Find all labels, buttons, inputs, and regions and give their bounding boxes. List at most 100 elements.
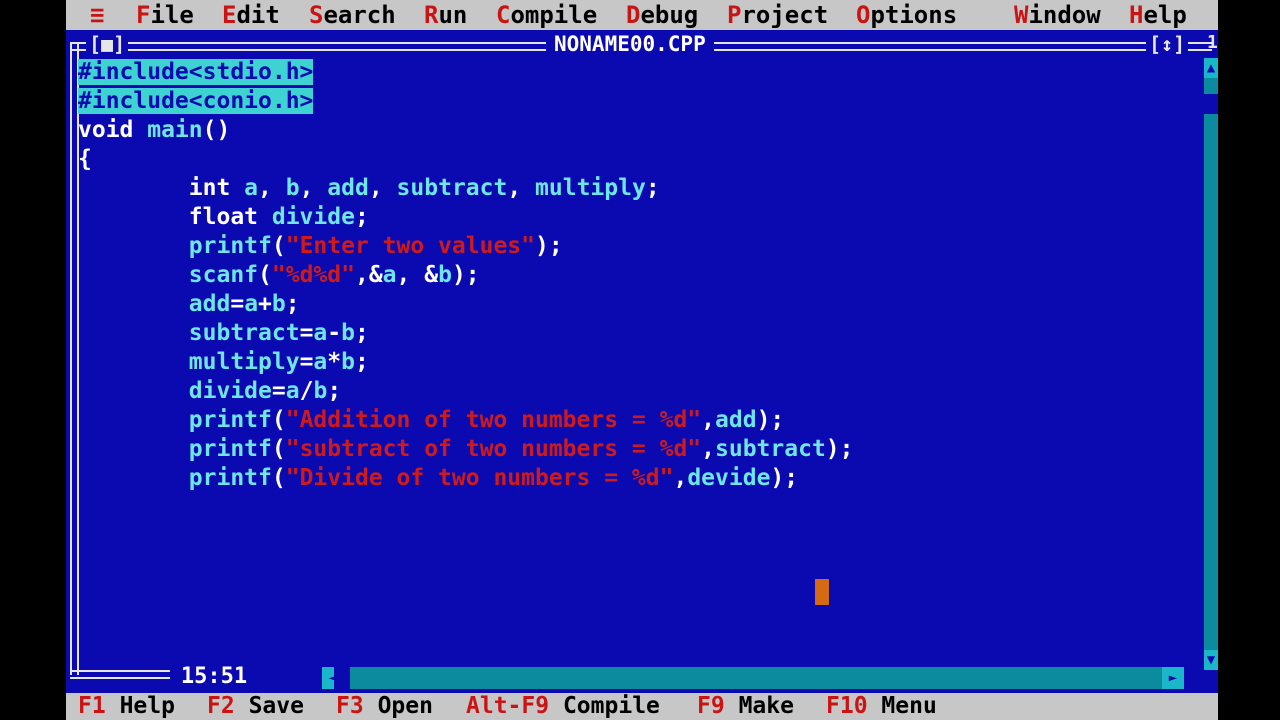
- code-token: , &: [396, 262, 439, 288]
- fkey-key: F9: [697, 693, 725, 719]
- code-token: (: [271, 233, 286, 259]
- menu-bar: ≡ File Edit Search Run Compile Debug Pro…: [66, 0, 1218, 30]
- code-token: =: [299, 349, 314, 375]
- menu-debug[interactable]: Debug: [626, 0, 698, 30]
- code-token: a: [230, 175, 259, 201]
- menu-label: ompile: [510, 1, 598, 29]
- code-token: ,: [701, 436, 716, 462]
- fkey-label: Save: [248, 693, 304, 719]
- code-token: subtract: [715, 436, 826, 462]
- menu-hotkey: H: [1129, 1, 1144, 29]
- fkey-compile[interactable]: Alt-F9 Compile: [466, 693, 660, 720]
- code-token: ,: [673, 465, 688, 491]
- menu-help[interactable]: Help: [1129, 0, 1187, 30]
- code-token: int: [78, 175, 231, 201]
- menu-window[interactable]: Window: [1014, 0, 1101, 30]
- code-token: b: [271, 291, 286, 317]
- code-token: ;: [355, 349, 369, 375]
- vertical-scroll-thumb[interactable]: [1204, 94, 1218, 114]
- close-box-icon[interactable]: [■]: [86, 32, 129, 56]
- fkey-label: Make: [738, 693, 794, 719]
- code-token: =: [230, 291, 245, 317]
- code-token: (: [271, 407, 286, 433]
- menu-hotkey: E: [222, 1, 237, 29]
- code-token: ,: [368, 175, 383, 201]
- horizontal-scrollbar[interactable]: ◄ ►: [322, 667, 1184, 689]
- editor-window: [■] NONAME00.CPP [↕] 1 #include<stdio.h>…: [66, 30, 1218, 693]
- code-line: printf("Divide of two numbers = %d",devi…: [78, 464, 798, 493]
- cursor-position: 15:51: [174, 664, 254, 690]
- code-token: float: [78, 204, 259, 230]
- scroll-up-icon[interactable]: ▲: [1204, 58, 1218, 78]
- fkey-menu[interactable]: F10 Menu: [826, 693, 937, 720]
- fkey-key: F1: [78, 693, 106, 719]
- code-token: =: [271, 378, 286, 404]
- menu-run[interactable]: Run: [424, 0, 467, 30]
- fkey-label: Compile: [562, 693, 660, 719]
- menu-edit[interactable]: Edit: [222, 0, 280, 30]
- code-line: printf("Enter two values");: [78, 232, 563, 261]
- code-token: add: [715, 407, 757, 433]
- menu-options[interactable]: Options: [856, 0, 957, 30]
- code-token: divide: [78, 378, 272, 404]
- scroll-right-icon[interactable]: ►: [1162, 667, 1184, 689]
- menu-file[interactable]: File: [136, 0, 194, 30]
- menu-label: dit: [236, 1, 280, 29]
- code-token: add: [78, 291, 231, 317]
- code-token: ;: [327, 378, 342, 404]
- code-token: /: [299, 378, 314, 404]
- code-line: multiply=a*b;: [78, 348, 369, 377]
- menu-hotkey: W: [1014, 1, 1029, 29]
- fkey-open[interactable]: F3 Open: [336, 693, 433, 720]
- code-token: a: [285, 378, 300, 404]
- code-token: ;: [354, 204, 369, 230]
- fkey-key: F10: [826, 693, 868, 719]
- fkey-help[interactable]: F1 Help: [78, 693, 175, 720]
- code-token: );: [825, 436, 854, 462]
- code-token: b: [313, 378, 328, 404]
- menu-system[interactable]: ≡: [90, 0, 104, 30]
- menu-project[interactable]: Project: [727, 0, 828, 30]
- code-line: float divide;: [78, 203, 369, 232]
- text-cursor: [815, 579, 829, 605]
- scroll-down-icon[interactable]: ▼: [1204, 650, 1218, 670]
- code-token: #include<conio.h>: [78, 88, 314, 114]
- code-line: int a, b, add, subtract, multiply;: [78, 174, 660, 203]
- menu-label: indow: [1028, 1, 1101, 29]
- zoom-box-icon[interactable]: [↕]: [1146, 32, 1189, 56]
- horizontal-scroll-thumb[interactable]: [334, 667, 350, 689]
- menu-compile[interactable]: Compile: [496, 0, 597, 30]
- code-token: printf: [78, 465, 272, 491]
- fkey-save[interactable]: F2 Save: [207, 693, 304, 720]
- fkey-key: F3: [336, 693, 364, 719]
- code-token: ,: [258, 175, 272, 201]
- code-line: printf("subtract of two numbers = %d",su…: [78, 435, 854, 464]
- code-token: ,: [507, 175, 522, 201]
- code-token: +: [258, 291, 272, 317]
- fkey-make[interactable]: F9 Make: [697, 693, 794, 720]
- code-token: subtract: [382, 175, 508, 201]
- code-line: printf("Addition of two numbers = %d",ad…: [78, 406, 785, 435]
- fkey-label: Menu: [881, 693, 937, 719]
- code-token: printf: [78, 233, 272, 259]
- code-token: multiply: [78, 349, 300, 375]
- code-token: devide: [687, 465, 771, 491]
- code-token: b: [341, 349, 355, 375]
- code-token: "%d%d": [271, 262, 355, 288]
- code-token: void: [78, 117, 134, 143]
- code-token: =: [299, 320, 314, 346]
- code-token: multiply: [521, 175, 646, 201]
- function-key-bar: F1 Help F2 Save F3 Open Alt-F9 Compile F…: [66, 693, 1218, 720]
- menu-hotkey: D: [626, 1, 641, 29]
- code-line: add=a+b;: [78, 290, 300, 319]
- code-token: b: [341, 320, 355, 346]
- code-line: #include<stdio.h>: [78, 58, 314, 87]
- code-token: );: [451, 262, 480, 288]
- code-editor[interactable]: #include<stdio.h> #include<conio.h> void m…: [78, 58, 1198, 668]
- menu-hotkey: F: [136, 1, 151, 29]
- code-token: ;: [285, 291, 300, 317]
- fkey-key: F2: [207, 693, 235, 719]
- menu-search[interactable]: Search: [309, 0, 396, 30]
- vertical-scrollbar[interactable]: ▲ ▼: [1204, 58, 1218, 670]
- code-token: ,: [701, 407, 716, 433]
